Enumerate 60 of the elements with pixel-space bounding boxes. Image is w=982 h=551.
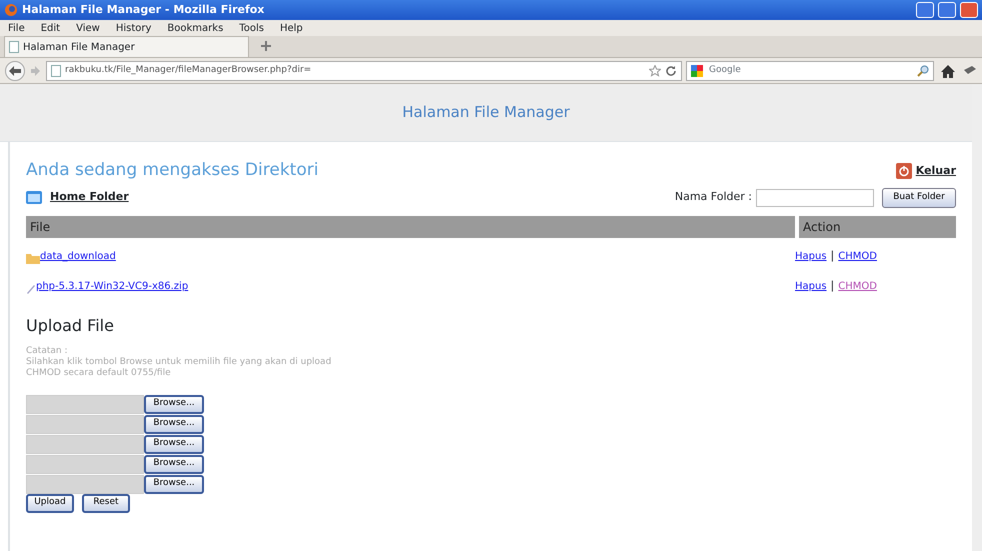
form-button[interactable]: Upload [26, 494, 74, 512]
browser-logo-icon [4, 3, 18, 17]
menu-item[interactable]: Tools [239, 20, 264, 36]
home-folder-link[interactable]: Home Folder [50, 189, 129, 206]
file-field[interactable] [26, 434, 144, 454]
page-heading: Anda sedang mengakses Direktori [26, 159, 318, 182]
file-field[interactable] [26, 454, 144, 474]
window-title: Halaman File Manager - Mozilla Firefox [22, 2, 266, 18]
form-button[interactable]: Reset [82, 494, 130, 512]
action-link[interactable]: CHMOD [838, 249, 877, 264]
column-header: Action [799, 216, 956, 238]
search-field[interactable]: Google [686, 60, 934, 80]
page-header: Halaman File Manager [402, 102, 570, 124]
menu-item[interactable]: View [76, 20, 100, 36]
note-text: Silahkan klik tombol Browse untuk memilih file yang akan di upload [26, 356, 332, 368]
create-folder-button[interactable]: Buat Folder [882, 188, 956, 208]
reload-icon[interactable] [665, 64, 677, 76]
browse-button[interactable]: Browse... [144, 434, 204, 454]
close-icon[interactable] [960, 2, 978, 18]
note-text: Catatan : [26, 346, 68, 356]
folder-window-icon [26, 191, 42, 204]
file-field[interactable] [26, 394, 144, 414]
action-link[interactable]: CHMOD [838, 279, 877, 294]
menu-item[interactable]: Help [280, 20, 303, 36]
scrollbar[interactable] [972, 84, 982, 551]
star-icon[interactable] [649, 64, 661, 76]
file-field[interactable] [26, 414, 144, 434]
folder-name-field[interactable] [756, 188, 874, 206]
maximize-icon[interactable] [938, 2, 956, 18]
menu-item[interactable]: Edit [40, 20, 60, 36]
folder-icon [26, 253, 40, 264]
search-engine-icon[interactable] [691, 64, 705, 76]
note-text: CHMOD secara default 0755/file [26, 368, 172, 378]
browse-button[interactable]: Browse... [144, 414, 204, 434]
menu-item[interactable]: History [116, 20, 152, 36]
page-icon [9, 41, 19, 53]
browse-button[interactable]: Browse... [144, 394, 204, 414]
separator-text: | [830, 248, 834, 264]
column-header: File [26, 216, 795, 238]
power-icon[interactable] [896, 162, 912, 179]
action-link[interactable]: Hapus [795, 279, 827, 294]
separator-text: | [830, 278, 834, 294]
browser-tab[interactable]: Halaman File Manager [4, 36, 249, 57]
file-link[interactable]: data_download [40, 249, 116, 264]
browse-button[interactable]: Browse... [144, 474, 204, 494]
folder-name-label: Nama Folder : [674, 189, 752, 206]
file-field[interactable] [26, 474, 144, 494]
logout-link[interactable]: Keluar [916, 162, 956, 179]
file-link[interactable]: php-5.3.17-Win32-VC9-x86.zip [36, 279, 188, 294]
search-placeholder: Google [709, 64, 742, 77]
upload-title: Upload File [26, 314, 115, 336]
file-icon [26, 284, 36, 294]
back-icon[interactable] [4, 60, 26, 80]
search-icon[interactable] [917, 64, 929, 76]
action-link[interactable]: Hapus [795, 249, 827, 264]
menu-item[interactable]: Bookmarks [167, 20, 224, 36]
minimize-icon[interactable] [916, 2, 934, 18]
menu-item[interactable]: File [8, 20, 25, 36]
browse-button[interactable]: Browse... [144, 454, 204, 474]
page-icon [51, 64, 61, 76]
